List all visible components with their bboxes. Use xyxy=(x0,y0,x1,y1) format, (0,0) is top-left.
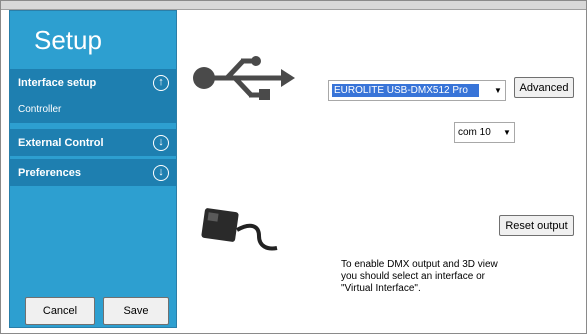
window-top-bar xyxy=(1,1,586,10)
circle-down-arrow-icon[interactable]: ↓ xyxy=(153,164,169,181)
sidebar-section-external-control[interactable]: External Control ↓ xyxy=(10,129,176,156)
chevron-down-icon[interactable]: ▼ xyxy=(500,128,514,137)
section-header-preferences[interactable]: Preferences ↓ xyxy=(10,159,176,186)
sidebar-title: Setup xyxy=(34,25,102,55)
sidebar-section-preferences[interactable]: Preferences ↓ xyxy=(10,159,176,186)
com-port-select[interactable]: com 10 ▼ xyxy=(454,122,515,143)
info-line: To enable DMX output and 3D view xyxy=(341,259,498,270)
cancel-button[interactable]: Cancel xyxy=(25,297,95,325)
section-label-external-control: External Control xyxy=(18,136,104,149)
usb-icon xyxy=(193,56,295,100)
section-header-external-control[interactable]: External Control ↓ xyxy=(10,129,176,156)
save-button[interactable]: Save xyxy=(103,297,169,325)
sidebar-item-controller[interactable]: Controller xyxy=(10,96,176,123)
chevron-down-icon[interactable]: ▼ xyxy=(491,86,505,95)
advanced-button[interactable]: Advanced xyxy=(514,77,574,98)
reset-output-button[interactable]: Reset output xyxy=(499,215,574,236)
interface-select[interactable]: EUROLITE USB-DMX512 Pro ▼ xyxy=(328,80,506,101)
circle-up-arrow-icon[interactable]: ↑ xyxy=(153,74,169,91)
info-line: you should select an interface or xyxy=(341,271,485,282)
section-header-interface-setup[interactable]: Interface setup ↑ xyxy=(10,69,176,96)
sidebar: Setup Interface setup ↑ Controller Exter… xyxy=(9,10,177,328)
dmx-interface-image xyxy=(201,208,278,251)
section-label-interface-setup: Interface setup xyxy=(18,76,97,89)
com-port-value: com 10 xyxy=(458,127,491,138)
circle-down-arrow-icon[interactable]: ↓ xyxy=(153,134,169,151)
info-line: "Virtual Interface". xyxy=(341,283,421,294)
section-label-preferences: Preferences xyxy=(18,166,81,179)
info-text: To enable DMX output and 3D view you sho… xyxy=(341,259,541,295)
interface-select-value: EUROLITE USB-DMX512 Pro xyxy=(332,84,479,97)
setup-window: Setup Interface setup ↑ Controller Exter… xyxy=(0,0,587,334)
sidebar-section-interface-setup[interactable]: Interface setup ↑ Controller xyxy=(10,69,176,123)
